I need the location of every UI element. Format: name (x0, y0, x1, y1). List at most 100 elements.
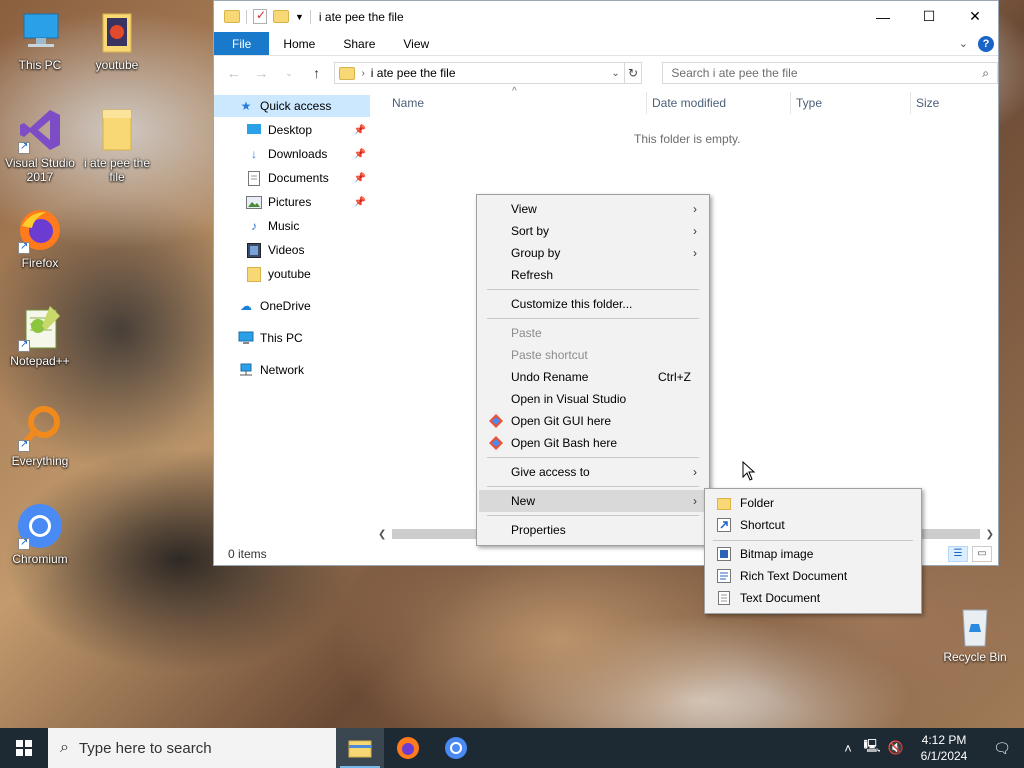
maximize-button[interactable]: ☐ (906, 1, 952, 32)
clock[interactable]: 4:12 PM 6/1/2024 (908, 732, 980, 764)
scroll-left-icon[interactable]: ❮ (378, 529, 386, 540)
visual-studio-icon (16, 106, 64, 154)
search-placeholder: Search i ate pee the file (671, 66, 798, 80)
menu-item-undo-rename[interactable]: Undo Rename Ctrl+Z (479, 366, 707, 388)
new-folder-icon[interactable] (273, 10, 289, 23)
show-hidden-icons-chevron-icon[interactable]: ˄ (836, 741, 860, 756)
pin-icon[interactable]: 📌 (354, 197, 366, 208)
search-box[interactable]: Search i ate pee the file ⌕ (662, 62, 999, 84)
nav-quick-access[interactable]: ★ Quick access (214, 95, 370, 117)
menu-item-new[interactable]: New › (479, 490, 707, 512)
column-header-name[interactable]: Name (392, 96, 424, 110)
menu-item-open-git-gui[interactable]: Open Git GUI here (479, 410, 707, 432)
menu-item-give-access-to[interactable]: Give access to › (479, 461, 707, 483)
nav-onedrive[interactable]: ☁ OneDrive (214, 295, 370, 317)
expand-ribbon-chevron-icon[interactable]: ⌄ (959, 37, 968, 50)
nav-network[interactable]: Network (214, 359, 370, 381)
address-bar[interactable]: › i ate pee the file ⌄ (334, 62, 625, 84)
git-icon (489, 414, 503, 428)
desktop-icon-folder[interactable]: i ate pee the file (77, 106, 157, 184)
nav-item-music[interactable]: ♪ Music (214, 215, 370, 237)
scroll-right-icon[interactable]: ❯ (986, 529, 994, 540)
large-icons-view-icon[interactable]: ▭ (972, 546, 992, 562)
folder-icon (224, 10, 240, 23)
up-arrow-icon[interactable]: ↑ (307, 65, 327, 81)
back-arrow-icon[interactable]: ← (224, 65, 244, 81)
menu-item-refresh[interactable]: Refresh (479, 264, 707, 286)
taskbar-chromium[interactable] (432, 728, 480, 768)
help-icon[interactable]: ? (978, 35, 994, 52)
nav-this-pc[interactable]: This PC (214, 327, 370, 349)
desktop-icon-chromium[interactable]: Chromium (0, 502, 80, 566)
menu-item-open-git-bash[interactable]: Open Git Bash here (479, 432, 707, 454)
column-header-date-modified[interactable]: Date modified (652, 96, 726, 110)
properties-icon[interactable] (253, 8, 267, 24)
menu-item-sort-by[interactable]: Sort by › (479, 220, 707, 242)
network-icon[interactable]: 🖳 (860, 737, 884, 759)
desktop-icon-everything[interactable]: Everything (0, 404, 80, 468)
taskbar-firefox[interactable] (384, 728, 432, 768)
menu-item-label: Customize this folder... (511, 297, 633, 311)
column-divider[interactable] (790, 92, 791, 114)
notepad-plus-plus-icon (16, 304, 64, 352)
computer-icon (16, 8, 64, 56)
desktop-icon-firefox[interactable]: Firefox (0, 206, 80, 270)
desktop-icon-visual-studio[interactable]: Visual Studio 2017 (0, 106, 80, 184)
pin-icon[interactable]: 📌 (354, 149, 366, 160)
submenu-item-label: Shortcut (740, 518, 785, 532)
submenu-item-bitmap-image[interactable]: Bitmap image (707, 543, 919, 565)
address-dropdown-icon[interactable]: ⌄ (611, 68, 623, 79)
pin-icon[interactable]: 📌 (354, 125, 366, 136)
nav-item-pictures[interactable]: Pictures 📌 (214, 191, 370, 213)
desktop-icon-notepadpp[interactable]: Notepad++ (0, 304, 80, 368)
pin-icon[interactable]: 📌 (354, 173, 366, 184)
close-button[interactable]: ✕ (952, 1, 998, 32)
nav-item-youtube[interactable]: youtube (214, 263, 370, 285)
nav-item-videos[interactable]: Videos (214, 239, 370, 261)
desktop-icon-this-pc[interactable]: This PC (0, 8, 80, 72)
volume-muted-icon[interactable]: 🔇 (884, 740, 908, 756)
tab-home[interactable]: Home (269, 32, 329, 55)
submenu-item-shortcut[interactable]: Shortcut (707, 514, 919, 536)
menu-item-label: New (511, 494, 536, 508)
menu-item-label: Undo Rename (511, 370, 589, 384)
tab-share[interactable]: Share (329, 32, 389, 55)
menu-item-group-by[interactable]: Group by › (479, 242, 707, 264)
recent-locations-chevron-icon[interactable]: ⌄ (279, 68, 299, 79)
column-divider[interactable] (646, 92, 647, 114)
taskbar-search-box[interactable]: ⌕ Type here to search (48, 728, 336, 768)
forward-arrow-icon[interactable]: → (252, 65, 272, 81)
menu-item-properties[interactable]: Properties (479, 519, 707, 541)
start-button[interactable] (0, 728, 48, 768)
desktop-icon-youtube[interactable]: youtube (77, 8, 157, 72)
notification-center-icon[interactable]: 🗨 (980, 740, 1024, 757)
submenu-item-folder[interactable]: Folder (707, 492, 919, 514)
tab-view[interactable]: View (389, 32, 443, 55)
nav-item-documents[interactable]: Documents 📌 (214, 167, 370, 189)
refresh-icon[interactable]: ↻ (624, 62, 643, 84)
tab-file[interactable]: File (214, 32, 270, 55)
everything-search-icon (16, 404, 64, 452)
firefox-icon (16, 206, 64, 254)
submenu-item-text-document[interactable]: Text Document (707, 587, 919, 609)
column-divider[interactable] (910, 92, 911, 114)
customize-toolbar-dropdown-icon[interactable]: ▼ (295, 12, 304, 22)
menu-item-open-in-visual-studio[interactable]: Open in Visual Studio (479, 388, 707, 410)
menu-item-customize-folder[interactable]: Customize this folder... (479, 293, 707, 315)
menu-item-view[interactable]: View › (479, 198, 707, 220)
nav-item-desktop[interactable]: Desktop 📌 (214, 119, 370, 141)
submenu-item-rich-text-document[interactable]: Rich Text Document (707, 565, 919, 587)
minimize-button[interactable]: — (860, 1, 906, 32)
address-text: i ate pee the file (370, 66, 456, 80)
column-headers: Name ^ Date modified Type Size (374, 86, 998, 116)
search-icon: ⌕ (982, 65, 990, 80)
nav-item-downloads[interactable]: ↓ Downloads 📌 (214, 143, 370, 165)
column-header-size[interactable]: Size (916, 96, 939, 110)
menu-item-label: Properties (511, 523, 566, 537)
breadcrumb-chevron-icon[interactable]: › (361, 68, 364, 79)
folder-icon (93, 106, 141, 154)
taskbar-file-explorer[interactable] (336, 728, 384, 768)
desktop-icon-recycle-bin[interactable]: Recycle Bin (940, 602, 1010, 664)
details-view-icon[interactable]: ☰ (948, 546, 968, 562)
column-header-type[interactable]: Type (796, 96, 822, 110)
